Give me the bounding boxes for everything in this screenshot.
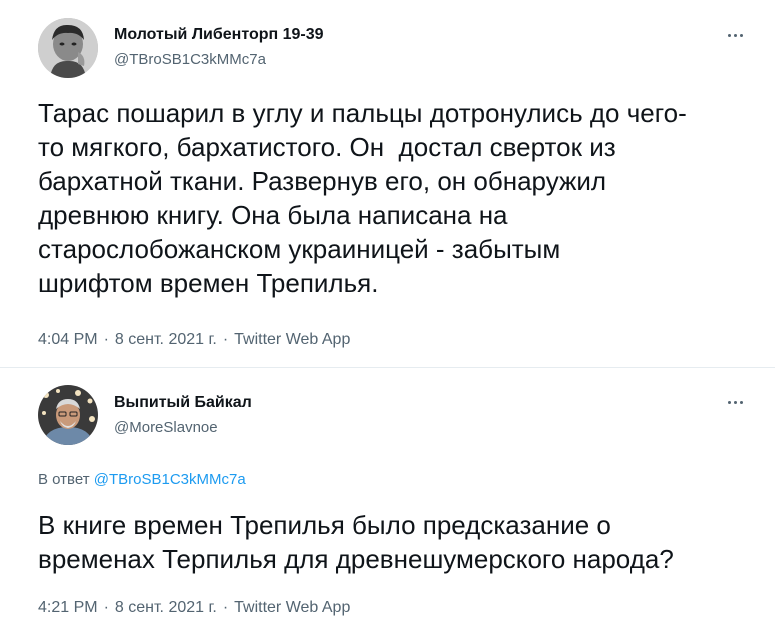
tweet-card: Молотый Либенторп 19-39 @TBroSB1C3kMMc7a… [0, 0, 775, 368]
tweet-source-link[interactable]: Twitter Web App [234, 599, 350, 616]
tweet-text: В книге времен Трепилья было предсказани… [38, 510, 674, 574]
user-handle[interactable]: @MoreSlavnoe [114, 419, 218, 436]
tweet-time-link[interactable]: 4:04 PM [38, 331, 98, 348]
tweet-source-link[interactable]: Twitter Web App [234, 331, 350, 348]
reply-tweet-card: Выпитый Байкал @MoreSlavnoe В ответ @TBr… [0, 368, 775, 636]
user-avatar[interactable] [38, 18, 98, 78]
more-dot [733, 33, 737, 37]
display-name[interactable]: Выпитый Байкал [114, 394, 252, 412]
meta-separator: · [222, 599, 229, 616]
reply-to-handle-link[interactable]: @TBroSB1C3kMMc7a [94, 471, 246, 488]
more-dot [739, 400, 743, 404]
more-horizontal-icon [727, 33, 731, 37]
man-photo-icon [38, 385, 98, 445]
tweet-date-link[interactable]: 8 сент. 2021 г. [115, 599, 217, 616]
tweet-meta: 4:04 PM · 8 сент. 2021 г. · Twitter Web App [38, 331, 350, 349]
reply-context: В ответ @TBroSB1C3kMMc7a [38, 471, 246, 488]
tweet-text: Тарас пошарил в углу и пальцы дотронулис… [38, 98, 687, 298]
tweet-time-link[interactable]: 4:21 PM [38, 599, 98, 616]
reply-prefix: В ответ [38, 471, 90, 488]
meta-separator: · [222, 331, 229, 348]
display-name[interactable]: Молотый Либенторп 19-39 [114, 26, 324, 44]
more-dot [739, 33, 743, 37]
user-avatar[interactable] [38, 385, 98, 445]
more-dot [733, 400, 737, 404]
meta-separator: · [103, 331, 109, 348]
more-options-button[interactable] [721, 25, 749, 45]
tweet-meta: 4:21 PM · 8 сент. 2021 г. · Twitter Web App [38, 599, 350, 617]
more-horizontal-icon [727, 400, 731, 404]
meta-separator: · [103, 599, 109, 616]
user-handle[interactable]: @TBroSB1C3kMMc7a [114, 51, 266, 68]
tweet-date-link[interactable]: 8 сент. 2021 г. [115, 331, 217, 348]
bw-portrait-photo-icon [38, 18, 98, 78]
more-options-button[interactable] [721, 392, 749, 412]
